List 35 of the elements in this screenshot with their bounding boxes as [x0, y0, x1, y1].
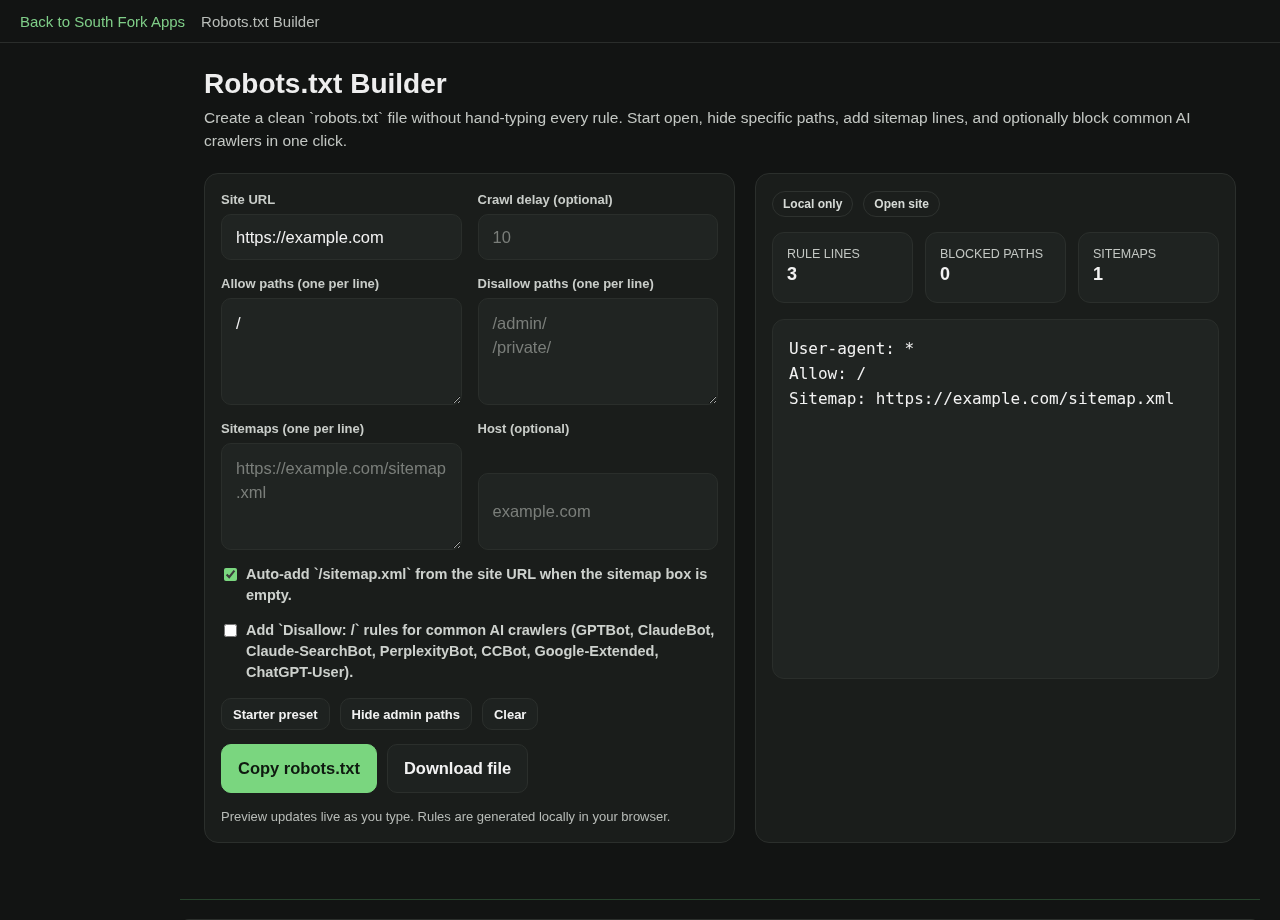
stat-value: 1 — [1093, 263, 1103, 286]
stat-value: 3 — [787, 263, 797, 286]
help-note: Preview updates live as you type. Rules are generated locally in your browser. — [221, 808, 672, 826]
page-name: Robots.txt Builder — [201, 12, 320, 30]
checkbox[interactable] — [224, 624, 237, 637]
status-pill: Local only — [772, 191, 854, 217]
checkbox[interactable] — [224, 568, 237, 581]
preset-button[interactable]: Clear — [481, 698, 539, 730]
input-field[interactable]: 10 — [477, 214, 718, 260]
preset-button[interactable]: Hide admin paths — [339, 698, 472, 730]
status-pill: Open site — [863, 191, 941, 217]
stat-label: SITEMAPS — [1093, 246, 1157, 262]
stat-label: RULE LINES — [787, 246, 860, 262]
back-link[interactable]: Back to South Fork Apps — [20, 12, 186, 30]
stat-label: BLOCKED PATHS — [940, 246, 1044, 262]
field-label: Disallow paths (one per line) — [477, 275, 655, 292]
input-field[interactable]: example.com — [477, 473, 718, 550]
robots-preview: User-agent: * Allow: / Sitemap: https://example.com/sitemap.xml — [772, 319, 1219, 679]
copy-button[interactable]: Copy robots.txt — [221, 744, 377, 793]
page-description: Create a clean `robots.txt` file without hand-typing every rule. Start open, hide specific paths, add sitemap lines, and optionally block common AI crawlers in one click. — [204, 108, 1192, 151]
preset-button[interactable]: Starter preset — [221, 698, 330, 730]
field-label: Allow paths (one per line) — [221, 275, 381, 292]
textarea-field[interactable]: /admin/ /private/ — [477, 298, 718, 405]
field-label: Host (optional) — [477, 420, 571, 437]
field-label: Crawl delay (optional) — [477, 191, 614, 208]
option-label: Add `Disallow: /` rules for common AI crawlers (GPTBot, ClaudeBot, Claude-SearchBot, PerplexityBot, CCBot, Google-Extended, ChatGPT-User). — [246, 621, 716, 682]
download-button[interactable]: Download file — [386, 744, 529, 793]
field-label: Sitemaps (one per line) — [221, 420, 366, 437]
option-label: Auto-add `/sitemap.xml` from the site URL when the sitemap box is empty. — [246, 565, 709, 605]
input-field[interactable]: https://example.com — [221, 214, 462, 260]
page-title: Robots.txt Builder — [204, 67, 448, 101]
stat-value: 0 — [940, 263, 950, 286]
textarea-field[interactable]: https://example.com/sitemap.xml — [221, 443, 462, 550]
textarea-field[interactable]: / — [221, 298, 462, 405]
field-label: Site URL — [221, 191, 277, 208]
